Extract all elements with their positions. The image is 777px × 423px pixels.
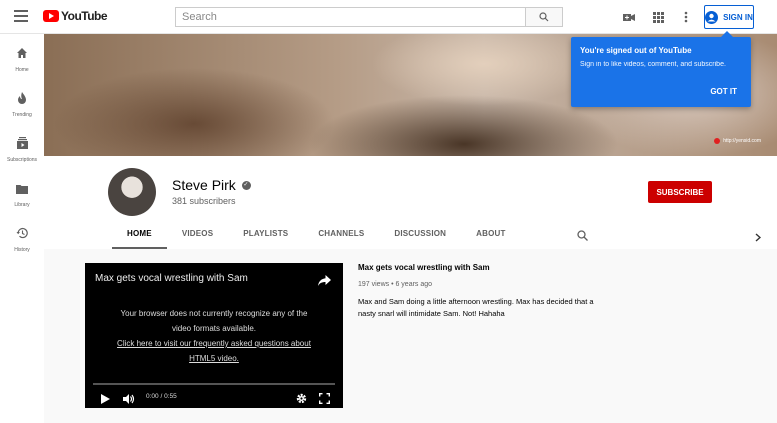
sidebar: Home Trending Subscriptions Library Hist… (0, 34, 44, 423)
banner-link[interactable]: http://yensid.com (714, 138, 761, 144)
sidebar-item-home[interactable]: Home (0, 46, 44, 73)
hamburger-menu-icon[interactable] (14, 10, 28, 22)
got-it-button[interactable]: GOT IT (710, 87, 737, 96)
tabs-scroll-right-button[interactable] (755, 229, 762, 247)
sidebar-item-label: Trending (12, 112, 32, 118)
search-icon (539, 12, 549, 22)
tab-discussion[interactable]: DISCUSSION (379, 226, 461, 249)
popup-text: Sign in to like videos, comment, and sub… (580, 61, 726, 68)
channel-name[interactable]: Steve Pirk (172, 177, 236, 193)
signed-out-popup: You're signed out of YouTube Sign in to … (571, 31, 751, 107)
tab-playlists[interactable]: PLAYLISTS (228, 226, 303, 249)
sidebar-item-subscriptions[interactable]: Subscriptions (0, 136, 44, 163)
player-time: 0:00 / 0:55 (146, 393, 177, 400)
fullscreen-icon[interactable] (318, 391, 331, 409)
player-message-line-2: video formats available. (171, 324, 257, 333)
sidebar-item-label: Home (15, 67, 29, 73)
subscribe-button[interactable]: SUBSCRIBE (648, 181, 712, 203)
channel-search-button[interactable] (577, 228, 588, 246)
video-meta: 197 views • 6 years ago (358, 281, 433, 288)
search-bar (175, 7, 563, 27)
flame-icon (18, 92, 26, 104)
volume-icon[interactable] (123, 391, 135, 409)
video-title-link[interactable]: Max gets vocal wrestling with Sam (358, 263, 618, 272)
player-title[interactable]: Max gets vocal wrestling with Sam (95, 273, 248, 284)
featured-video-info: Max gets vocal wrestling with Sam 197 vi… (358, 263, 618, 320)
more-options-icon[interactable] (684, 10, 688, 28)
sign-in-button[interactable]: SIGN IN (704, 5, 754, 29)
verified-icon (241, 180, 251, 190)
sidebar-item-library[interactable]: Library (0, 181, 44, 208)
upload-video-icon[interactable] (623, 10, 635, 28)
sidebar-item-label: Library (14, 202, 30, 208)
unsupported-format-message: Your browser does not currently recogniz… (85, 306, 343, 366)
html5-faq-link-line-2[interactable]: HTML5 video. (189, 351, 239, 366)
sidebar-item-label: Subscriptions (6, 157, 37, 163)
tab-about[interactable]: ABOUT (461, 226, 520, 249)
player-message-line-1: Your browser does not currently recogniz… (120, 309, 308, 318)
tab-channels[interactable]: CHANNELS (303, 226, 379, 249)
youtube-logo[interactable]: YouTube (43, 9, 108, 23)
settings-gear-icon[interactable] (296, 391, 307, 409)
apps-grid-icon[interactable] (653, 10, 664, 28)
channel-name-row: Steve Pirk (172, 177, 251, 193)
play-icon[interactable] (101, 391, 110, 409)
channel-home-content: Max gets vocal wrestling with Sam Your b… (44, 249, 777, 423)
sidebar-item-label: History (14, 247, 30, 253)
home-icon (17, 48, 27, 58)
sidebar-item-trending[interactable]: Trending (0, 91, 44, 118)
folder-icon (16, 185, 28, 194)
search-input[interactable] (175, 7, 525, 27)
chevron-right-icon (755, 233, 762, 242)
subscriptions-icon (16, 137, 28, 149)
youtube-play-icon (43, 10, 59, 22)
logo-text: YouTube (61, 9, 108, 23)
top-bar: YouTube SIGN IN (0, 0, 777, 34)
player-controls: 0:00 / 0:55 (85, 389, 343, 405)
banner-logo-icon (714, 138, 721, 144)
banner-url-text: http://yensid.com (723, 138, 761, 144)
channel-header: Steve Pirk 381 subscribers SUBSCRIBE HOM… (44, 156, 777, 249)
progress-bar[interactable] (93, 383, 335, 385)
video-description: Max and Sam doing a little afternoon wre… (358, 297, 594, 318)
video-player[interactable]: Max gets vocal wrestling with Sam Your b… (85, 263, 343, 408)
tab-home[interactable]: HOME (112, 226, 167, 249)
search-button[interactable] (525, 7, 563, 27)
share-icon[interactable] (318, 273, 331, 291)
subscriber-count: 381 subscribers (172, 196, 236, 206)
history-icon (16, 227, 28, 239)
account-icon (705, 10, 719, 24)
popup-title: You're signed out of YouTube (580, 46, 692, 55)
tab-videos[interactable]: VIDEOS (167, 226, 228, 249)
search-icon (577, 230, 588, 241)
channel-tabs: HOME VIDEOS PLAYLISTS CHANNELS DISCUSSIO… (112, 226, 521, 249)
channel-avatar[interactable] (108, 168, 156, 216)
sidebar-item-history[interactable]: History (0, 226, 44, 253)
html5-faq-link-line-1[interactable]: Click here to visit our frequently asked… (117, 336, 311, 351)
sign-in-label: SIGN IN (723, 12, 753, 22)
